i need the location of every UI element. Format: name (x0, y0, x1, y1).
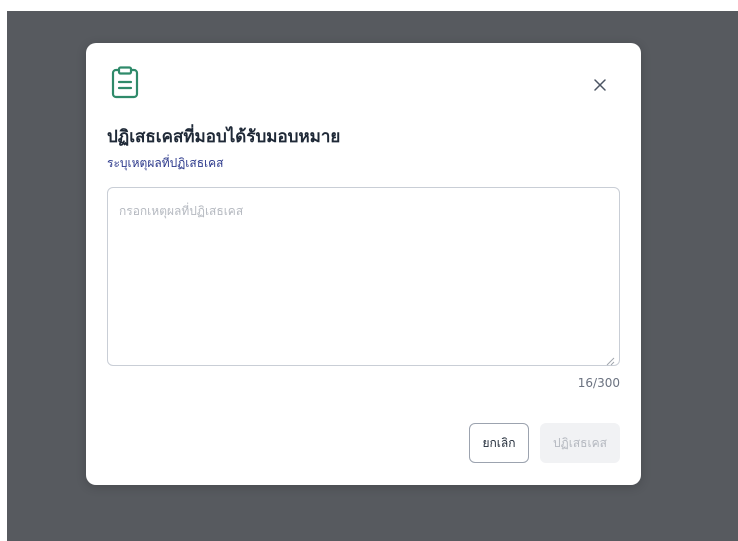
close-icon (594, 76, 606, 95)
clipboard-icon (107, 65, 143, 101)
close-button[interactable] (586, 71, 614, 99)
page: ปฏิเสธเคสที่มอบได้รับมอบหมาย ระบุเหตุผลท… (0, 0, 738, 541)
reason-field (107, 187, 620, 366)
reject-case-button[interactable]: ปฏิเสธเคส (540, 423, 620, 463)
reject-case-dialog: ปฏิเสธเคสที่มอบได้รับมอบหมาย ระบุเหตุผลท… (86, 43, 641, 485)
character-counter: 16/300 (577, 376, 620, 390)
reason-textarea[interactable] (107, 187, 620, 366)
resize-handle-icon[interactable] (606, 351, 615, 366)
dialog-title: ปฏิเสธเคสที่มอบได้รับมอบหมาย (107, 127, 341, 147)
cancel-button[interactable]: ยกเลิก (469, 423, 529, 463)
dialog-subtitle: ระบุเหตุผลที่ปฏิเสธเคส (107, 156, 224, 170)
